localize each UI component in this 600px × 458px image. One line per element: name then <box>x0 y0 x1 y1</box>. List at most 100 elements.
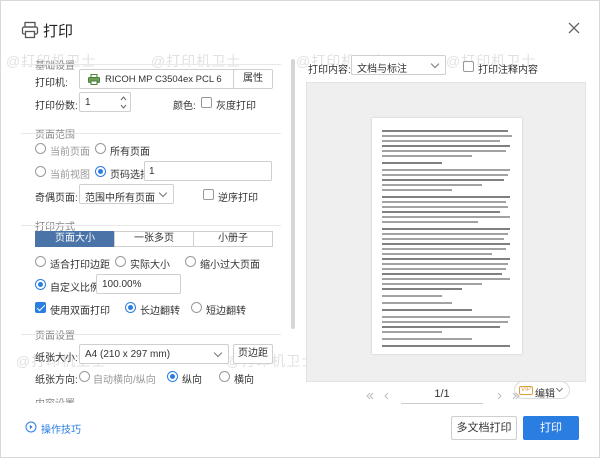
radio-current-view[interactable] <box>35 166 46 177</box>
radio-fit-margin[interactable] <box>35 256 46 267</box>
next-page-icon[interactable] <box>494 391 504 401</box>
actual-size-label: 实际大小 <box>130 260 170 271</box>
radio-current-page[interactable] <box>35 143 46 154</box>
odd-even-value: 范围中所有页面 <box>85 193 155 204</box>
printer-select[interactable]: RICOH MP C3504ex PCL 6 <box>79 69 239 89</box>
printer-value: RICOH MP C3504ex PCL 6 <box>105 74 222 85</box>
multi-doc-print-button[interactable]: 多文档打印 <box>451 416 517 440</box>
settings-panel: 基础设置 打印机: RICOH MP C3504ex PCL 6 属性 打印份数… <box>21 53 283 403</box>
annotation-label: 打印注释内容 <box>478 65 538 76</box>
page-text-line <box>382 228 510 230</box>
current-page-label: 当前页面 <box>50 147 90 158</box>
edit-label: 编辑 <box>535 389 555 400</box>
page-text-line <box>382 184 482 186</box>
page-text-line <box>382 145 510 147</box>
radio-landscape[interactable] <box>219 371 230 382</box>
page-text-line <box>382 258 510 260</box>
radio-shrink-large[interactable] <box>185 256 196 267</box>
tips-link[interactable]: 操作技巧 <box>41 421 81 436</box>
page-text-line <box>382 206 508 208</box>
title-bar: 打印 <box>1 1 599 49</box>
radio-portrait[interactable] <box>167 371 178 382</box>
radio-all-pages[interactable] <box>95 143 106 154</box>
long-edge-label: 长边翻转 <box>140 306 180 317</box>
print-content-select[interactable]: 文档与标注 <box>351 55 446 75</box>
paper-size-value: A4 (210 x 297 mm) <box>85 349 171 360</box>
page-text-line <box>382 268 506 270</box>
page-text-line <box>382 278 510 280</box>
radio-auto-orientation[interactable] <box>79 371 90 382</box>
reverse-checkbox[interactable] <box>203 189 214 200</box>
page-select-input[interactable]: 1 <box>144 161 272 181</box>
scale-input[interactable]: 100.00% <box>96 274 181 294</box>
printer-small-icon <box>88 74 100 85</box>
page-text-line <box>382 331 442 333</box>
printer-icon <box>21 21 39 39</box>
page-text-line <box>382 338 472 340</box>
tab-page-size[interactable]: 页面大小 <box>35 231 115 247</box>
margins-button[interactable]: 页边距 <box>233 344 273 364</box>
page-text-line <box>382 263 508 265</box>
page-text-line <box>382 238 504 240</box>
edit-button[interactable]: VIP 编辑 <box>514 381 570 400</box>
radio-page-select[interactable] <box>95 166 106 177</box>
printer-label: 打印机: <box>35 78 68 89</box>
scale-value: 100.00% <box>102 279 142 290</box>
chevron-down-icon <box>158 188 168 198</box>
chevron-down-icon <box>213 348 223 358</box>
color-label: 颜色: <box>173 101 196 112</box>
odd-even-label: 奇偶页面: <box>35 193 78 204</box>
page-text-line <box>382 253 492 255</box>
custom-scale-label: 自定义比例 <box>50 283 100 294</box>
radio-long-edge[interactable] <box>125 302 136 313</box>
close-icon[interactable] <box>567 21 581 35</box>
page-indicator[interactable]: 1/1 <box>401 388 483 404</box>
radio-custom-scale[interactable] <box>35 279 46 290</box>
page-text-line <box>382 216 510 218</box>
all-pages-label: 所有页面 <box>110 147 150 158</box>
properties-button[interactable]: 属性 <box>233 69 273 89</box>
stepper-arrows-icon[interactable] <box>120 95 127 110</box>
radio-actual-size[interactable] <box>115 256 126 267</box>
copies-stepper[interactable]: 1 <box>79 92 131 112</box>
first-page-icon[interactable] <box>366 391 376 401</box>
page-text-line <box>382 130 508 132</box>
section-title-content: 内容设置 <box>35 395 75 403</box>
prev-page-icon[interactable] <box>382 391 392 401</box>
divider <box>21 64 281 65</box>
chevron-down-icon <box>555 384 564 393</box>
tips-icon[interactable] <box>25 421 37 433</box>
page-text-line <box>382 169 510 171</box>
page-text-line <box>382 140 500 142</box>
tab-multi-page[interactable]: 一张多页 <box>114 231 194 247</box>
chevron-down-icon <box>430 59 440 69</box>
duplex-checkbox[interactable] <box>35 302 46 313</box>
divider <box>21 225 281 226</box>
page-text-line <box>382 321 508 323</box>
print-button[interactable]: 打印 <box>523 416 579 440</box>
settings-scrollbar[interactable] <box>291 59 295 329</box>
print-content-value: 文档与标注 <box>357 64 407 75</box>
preview-page <box>372 118 522 354</box>
last-page-icon[interactable] <box>510 391 520 401</box>
orientation-label: 纸张方向: <box>35 375 78 386</box>
copies-value: 1 <box>85 97 91 108</box>
short-edge-label: 短边翻转 <box>206 306 246 317</box>
paper-size-select[interactable]: A4 (210 x 297 mm) <box>79 344 229 364</box>
page-text-line <box>382 248 506 250</box>
annotation-checkbox[interactable] <box>463 61 474 72</box>
page-text-line <box>382 150 506 152</box>
print-dialog: 打印 @打印机卫士 @打印机卫士 @打印机卫士 @打印机卫士 @打印机卫士 @打… <box>0 0 600 458</box>
page-text-line <box>382 345 510 347</box>
fit-margin-label: 适合打印边距 <box>50 260 110 271</box>
divider <box>21 334 281 335</box>
odd-even-select[interactable]: 范围中所有页面 <box>79 184 174 204</box>
radio-short-edge[interactable] <box>191 302 202 313</box>
tab-booklet[interactable]: 小册子 <box>193 231 273 247</box>
reverse-label: 逆序打印 <box>218 193 258 204</box>
grayscale-checkbox[interactable] <box>201 97 212 108</box>
print-content-label: 打印内容: <box>308 65 351 76</box>
shrink-large-label: 缩小过大页面 <box>200 260 260 271</box>
page-text-line <box>382 288 462 290</box>
vip-badge: VIP <box>519 386 533 395</box>
